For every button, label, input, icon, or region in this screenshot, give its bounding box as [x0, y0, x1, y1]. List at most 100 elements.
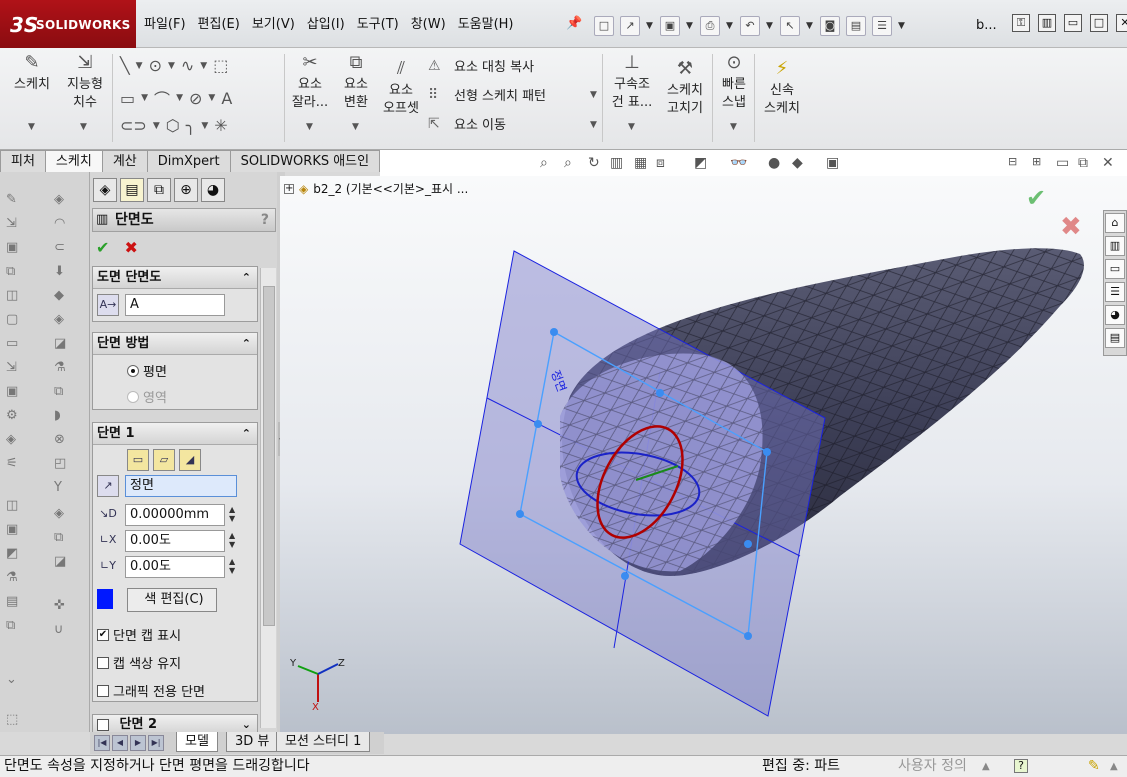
mirror-entities-button[interactable]: ⚠ 요소 대칭 복사 [428, 56, 534, 76]
fillet-tool-icon[interactable]: ◫ [6, 288, 24, 304]
scrollbar-thumb[interactable] [263, 286, 275, 626]
tab-dimxpert[interactable]: DimXpert [146, 150, 231, 172]
property-manager-tab-icon[interactable]: ▤ [120, 178, 144, 202]
chevron-down-icon[interactable]: ▼ [28, 122, 35, 132]
chevron-up-icon[interactable]: ▲ [982, 756, 990, 777]
radio-planar[interactable]: 평면 [127, 361, 167, 380]
zoom-area-icon[interactable]: ⌕ [564, 155, 572, 171]
tab-3d-views[interactable]: 3D 뷰 [226, 732, 279, 752]
maximize-icon[interactable]: □ [1090, 14, 1108, 32]
dimension-tool-icon[interactable]: ⇲ [6, 216, 24, 232]
hide-show-items-icon[interactable]: 👓 [730, 155, 747, 171]
last-tab-icon[interactable]: ▶| [148, 735, 164, 751]
close-icon[interactable]: ✖ [125, 238, 138, 257]
convert-entities-button[interactable]: ⧉ 요소 변환 [336, 54, 376, 112]
new-document-icon[interactable]: □ [594, 16, 614, 36]
open-icon[interactable]: ↗ [620, 16, 640, 36]
line-icon[interactable]: ╲ [120, 56, 130, 75]
collapse-icon[interactable]: ⌃ [242, 267, 251, 288]
spline-icon[interactable]: ∿ [181, 56, 194, 75]
edit-appearance-icon[interactable]: ● [768, 155, 780, 171]
custom-units[interactable]: 사용자 정의 [898, 756, 967, 777]
hole-tool-icon[interactable]: ◪ [54, 336, 72, 352]
offset-distance-input[interactable]: 0.00000mm [125, 504, 225, 526]
rebuild-icon[interactable]: ◙ [820, 16, 840, 36]
polygon-icon[interactable]: ⬡ [166, 116, 180, 135]
deform-tool-icon[interactable]: ◈ [54, 506, 72, 522]
split-vertical-icon[interactable]: ⊞ [1032, 155, 1041, 168]
mate-tool-icon[interactable]: ▣ [6, 522, 24, 538]
keep-cap-color-checkbox[interactable]: 캡 색상 유지 [97, 653, 181, 672]
group-header-drawing[interactable]: 도면 단면도 ⌃ [93, 267, 257, 289]
group-header-section1[interactable]: 단면 1 ⌃ [93, 423, 257, 445]
tab-model[interactable]: 모델 [176, 732, 218, 752]
appearances-icon[interactable]: ◕ [1105, 305, 1125, 325]
first-tab-icon[interactable]: |◀ [94, 735, 110, 751]
help-search-icon[interactable]: ⚿ [1012, 14, 1030, 32]
display-style-icon[interactable]: ◩ [694, 155, 707, 171]
save-icon[interactable]: ▣ [660, 16, 680, 36]
split-tool-icon[interactable]: ⧉ [54, 530, 72, 546]
assembly-tool-icon[interactable]: ◫ [6, 498, 24, 514]
sheetmetal-tool-icon[interactable]: ▤ [6, 594, 24, 610]
tab-sketch[interactable]: 스케치 [44, 150, 103, 172]
group-header-method[interactable]: 단면 방법 ⌃ [93, 333, 257, 355]
view-orientation-icon[interactable]: ⧈ [656, 155, 665, 171]
pin-icon[interactable]: 📌 [566, 16, 584, 34]
feature-manager-tab-icon[interactable]: ◈ [93, 178, 117, 202]
menu-help[interactable]: 도움말(H) [452, 14, 520, 36]
library-tool-icon[interactable]: ⧉ [6, 618, 24, 634]
chevron-down-icon[interactable]: ▼ [306, 122, 313, 132]
flex-tool-icon[interactable]: Y [54, 480, 72, 496]
loft-tool-icon[interactable]: ⬇ [54, 264, 72, 280]
revolve-tool-icon[interactable]: ◠ [54, 216, 72, 232]
chevron-down-icon[interactable]: ▼ [590, 90, 597, 100]
cut-tool-icon[interactable]: ⧉ [6, 264, 24, 280]
trim-entities-button[interactable]: ✂ 요소 잘라... [290, 54, 330, 112]
file-properties-icon[interactable]: ▤ [846, 16, 866, 36]
resources-icon[interactable]: ▥ [1105, 236, 1125, 256]
cube-tool-icon[interactable]: ⬚ [6, 712, 24, 728]
menu-view[interactable]: 보기(V) [246, 14, 301, 36]
undo-icon[interactable]: ↶ [740, 16, 760, 36]
rib-tool-icon[interactable]: ◈ [54, 312, 72, 328]
rapid-sketch-button[interactable]: ⚡ 신속 스케치 [758, 60, 806, 118]
text-icon[interactable]: A [221, 89, 232, 108]
surface-tool-icon[interactable]: ◗ [54, 408, 72, 424]
chevron-down-icon[interactable]: ▼ [80, 122, 87, 132]
custom-properties-icon[interactable]: ▤ [1105, 328, 1125, 348]
zoom-to-fit-icon[interactable]: ⌕ [540, 155, 548, 171]
tab-features[interactable]: 피처 [0, 150, 46, 172]
menu-edit[interactable]: 편집(E) [192, 14, 246, 36]
combine-tool-icon[interactable]: ◪ [54, 554, 72, 570]
chevron-down-icon[interactable]: ▼ [730, 122, 737, 132]
coordinate-tool-icon[interactable]: ✜ [54, 598, 72, 614]
next-tab-icon[interactable]: ▶ [130, 735, 146, 751]
feature-tool-icon[interactable]: ◈ [54, 192, 72, 208]
show-cap-checkbox[interactable]: ✔ 단면 캡 표시 [97, 625, 181, 644]
linear-pattern-button[interactable]: ⠿ 선형 스케치 패턴 [428, 85, 546, 105]
rebuild-status-icon[interactable]: ✎ [1088, 756, 1100, 777]
tab-motion-study[interactable]: 모션 스터디 1 [276, 732, 371, 752]
dynamic-annotation-icon[interactable]: ▦ [634, 155, 647, 171]
select-cursor-icon[interactable]: ↖ [780, 16, 800, 36]
smart-dimension-button[interactable]: ⇲ 지능형 치수 [62, 54, 108, 112]
ref-geometry-icon[interactable]: ▣ [6, 384, 24, 400]
chevron-down-icon[interactable]: ▼ [168, 61, 175, 71]
solidworks-logo[interactable]: 3S SOLIDWORKS [0, 0, 136, 48]
close-icon[interactable]: ✕ [1116, 14, 1127, 32]
arc-icon[interactable]: ⌒ [154, 86, 170, 110]
section-view-icon[interactable]: ▥ [610, 155, 623, 171]
restore-icon[interactable]: ▥ [1038, 14, 1056, 32]
prev-tab-icon[interactable]: ◀ [112, 735, 128, 751]
tab-evaluate[interactable]: 계산 [101, 150, 148, 172]
sketch-tool-icon[interactable]: ✎ [6, 192, 24, 208]
chevron-down-icon[interactable]: ▼ [766, 21, 774, 31]
radio-zonal[interactable]: 영역 [127, 387, 167, 406]
sweep-tool-icon[interactable]: ⊂ [54, 240, 72, 256]
plane-skew-icon[interactable]: ▱ [153, 449, 175, 471]
options-icon[interactable]: ☰ [872, 16, 892, 36]
file-explorer-icon[interactable]: ☰ [1105, 282, 1125, 302]
check-icon[interactable]: ✔ [96, 238, 109, 257]
plane-normal-icon[interactable]: ▭ [127, 449, 149, 471]
